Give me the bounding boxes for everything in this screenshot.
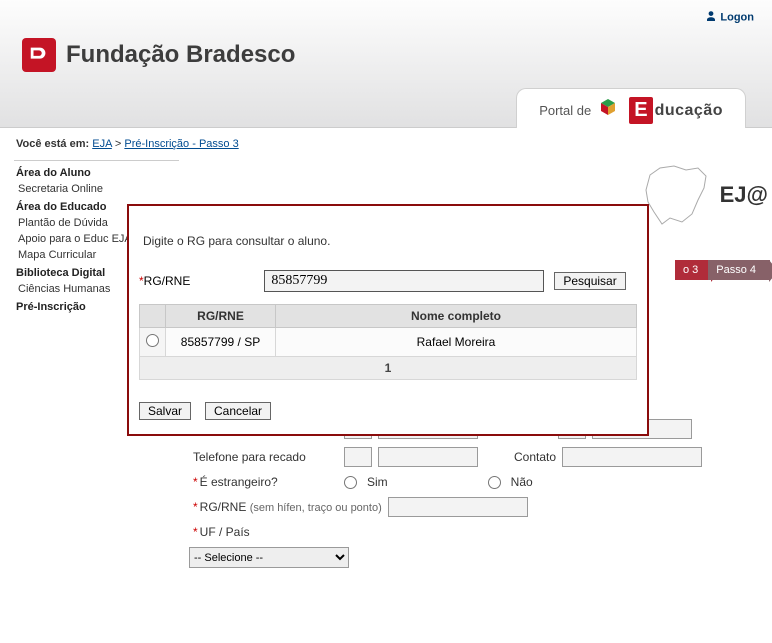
brand-mark-icon (22, 38, 56, 72)
uf-select[interactable]: -- Selecione -- (189, 547, 349, 568)
breadcrumb-passo3-link[interactable]: Pré-Inscrição - Passo 3 (124, 138, 238, 150)
estrangeiro-label: É estrangeiro? (200, 475, 278, 489)
brand-text: Fundação Bradesco (66, 41, 295, 69)
estrangeiro-sim-radio[interactable] (344, 476, 357, 489)
breadcrumb-eja-link[interactable]: EJA (92, 138, 112, 150)
tel-recado-label: Telefone para recado (189, 450, 344, 464)
step3-badge: o 3 (675, 260, 712, 280)
brazil-map-icon (640, 160, 714, 230)
uf-label: UF / País (200, 525, 250, 539)
portal-prefix: Portal de (539, 103, 591, 118)
map-brazil: EJ@ (640, 160, 768, 230)
recado-num[interactable] (378, 447, 478, 467)
app-header: Logon Fundação Bradesco Portal de E duca… (0, 0, 772, 128)
cancelar-button[interactable]: Cancelar (205, 402, 271, 420)
breadcrumb: Você está em: EJA > Pré-Inscrição - Pass… (0, 128, 772, 160)
breadcrumb-label: Você está em: (16, 138, 89, 150)
rg-label: RG/RNE (200, 500, 247, 514)
results-table: RG/RNE Nome completo 85857799 / SP Rafae… (139, 304, 637, 357)
sidebar-item-secretaria[interactable]: Secretaria Online (18, 183, 179, 195)
col-nome: Nome completo (276, 305, 637, 328)
row-rg: 85857799 / SP (166, 328, 276, 357)
user-icon (705, 10, 717, 25)
estrangeiro-nao-radio[interactable] (488, 476, 501, 489)
contato-input[interactable] (562, 447, 702, 467)
rg-input[interactable] (388, 497, 528, 517)
modal-rg-input[interactable] (264, 270, 544, 292)
edu-e-icon: E (629, 97, 652, 124)
portal-tab: Portal de E ducação (516, 88, 746, 128)
col-rg: RG/RNE (166, 305, 276, 328)
step-tracker: o 3 Passo 4 (679, 260, 770, 280)
contato-label: Contato (514, 450, 556, 464)
logon-label: Logon (720, 11, 754, 23)
ej-label: EJ@ (720, 182, 768, 208)
table-row: 85857799 / SP Rafael Moreira (140, 328, 637, 357)
sidebar-group-aluno: Área do Aluno (16, 167, 179, 179)
brand-logo: Fundação Bradesco (22, 38, 295, 72)
recado-ddd[interactable] (344, 447, 372, 467)
modal-rg-label: RG/RNE (144, 274, 191, 288)
pager[interactable]: 1 (139, 357, 637, 380)
row-select-radio[interactable] (146, 334, 159, 347)
salvar-button[interactable]: Salvar (139, 402, 191, 420)
logon-link[interactable]: Logon (705, 10, 754, 25)
modal-prompt: Digite o RG para consultar o aluno. (143, 234, 637, 248)
col-select (140, 305, 166, 328)
rg-lookup-modal: Digite o RG para consultar o aluno. *RG/… (127, 204, 649, 436)
row-nome: Rafael Moreira (276, 328, 637, 357)
step4-badge: Passo 4 (708, 260, 770, 280)
edu-rest: ducação (655, 102, 723, 120)
cube-icon (597, 99, 619, 122)
pesquisar-button[interactable]: Pesquisar (554, 272, 625, 290)
